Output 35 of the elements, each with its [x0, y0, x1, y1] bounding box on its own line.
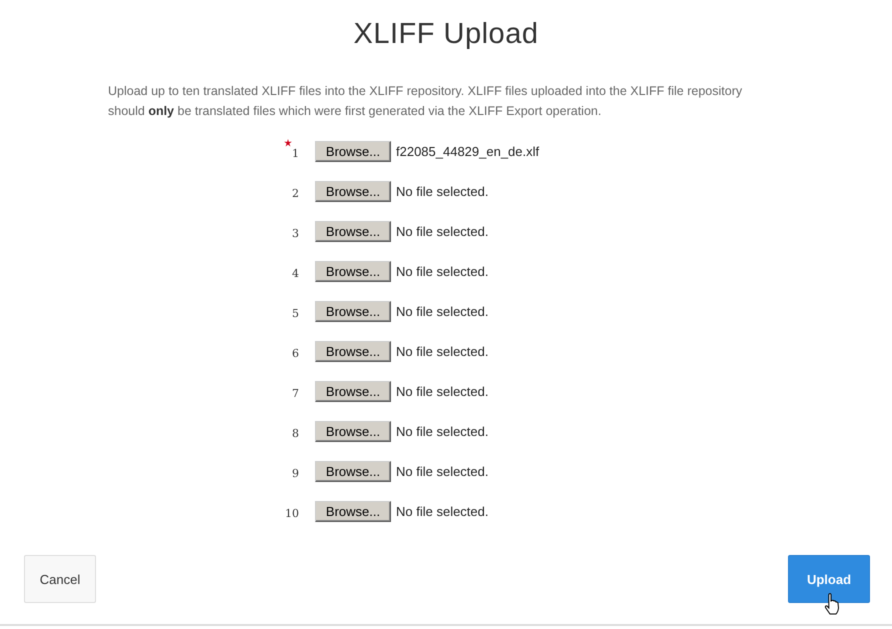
row-number: 8 [292, 426, 299, 440]
row-number: 1 [292, 146, 299, 160]
page-title: XLIFF Upload [352, 17, 540, 51]
browse-button[interactable]: Browse... [315, 340, 391, 362]
browse-button[interactable]: Browse... [315, 180, 391, 202]
browse-button[interactable]: Browse... [315, 420, 391, 442]
row-number: 5 [292, 306, 299, 320]
row-number: 3 [292, 226, 299, 240]
file-name: No file selected. [396, 344, 488, 358]
file-name: No file selected. [396, 224, 488, 238]
browse-button[interactable]: Browse... [315, 140, 391, 162]
hand-pointer-icon [824, 593, 840, 615]
file-name: f22085_44829_en_de.xlf [396, 144, 540, 158]
file-name: No file selected. [396, 264, 488, 278]
browse-button[interactable]: Browse... [315, 380, 391, 402]
browse-button[interactable]: Browse... [315, 220, 391, 242]
file-name: No file selected. [396, 424, 488, 438]
browse-button[interactable]: Browse... [315, 260, 391, 282]
cancel-button[interactable]: Cancel [24, 555, 96, 603]
file-name: No file selected. [396, 464, 488, 478]
browse-button[interactable]: Browse... [315, 300, 391, 322]
row-number: 4 [292, 266, 299, 280]
file-name: No file selected. [396, 184, 488, 198]
row-number: 10 [285, 506, 299, 520]
file-name: No file selected. [396, 384, 488, 398]
file-name: No file selected. [396, 504, 488, 518]
row-number: 7 [292, 386, 299, 400]
file-name: No file selected. [396, 304, 488, 318]
upload-button[interactable]: Upload [788, 555, 870, 603]
description-text: Upload up to ten translated XLIFF files into the XLIFF repository. XLIFF files uploaded into the XLIFF file repository should only be translated files which were first generated via the XLIFF Export operation. [108, 83, 744, 120]
row-number: 6 [292, 346, 299, 360]
row-number: 2 [292, 186, 299, 200]
browse-button[interactable]: Browse... [315, 460, 391, 482]
browse-button[interactable]: Browse... [315, 500, 391, 522]
row-number: 9 [292, 466, 299, 480]
